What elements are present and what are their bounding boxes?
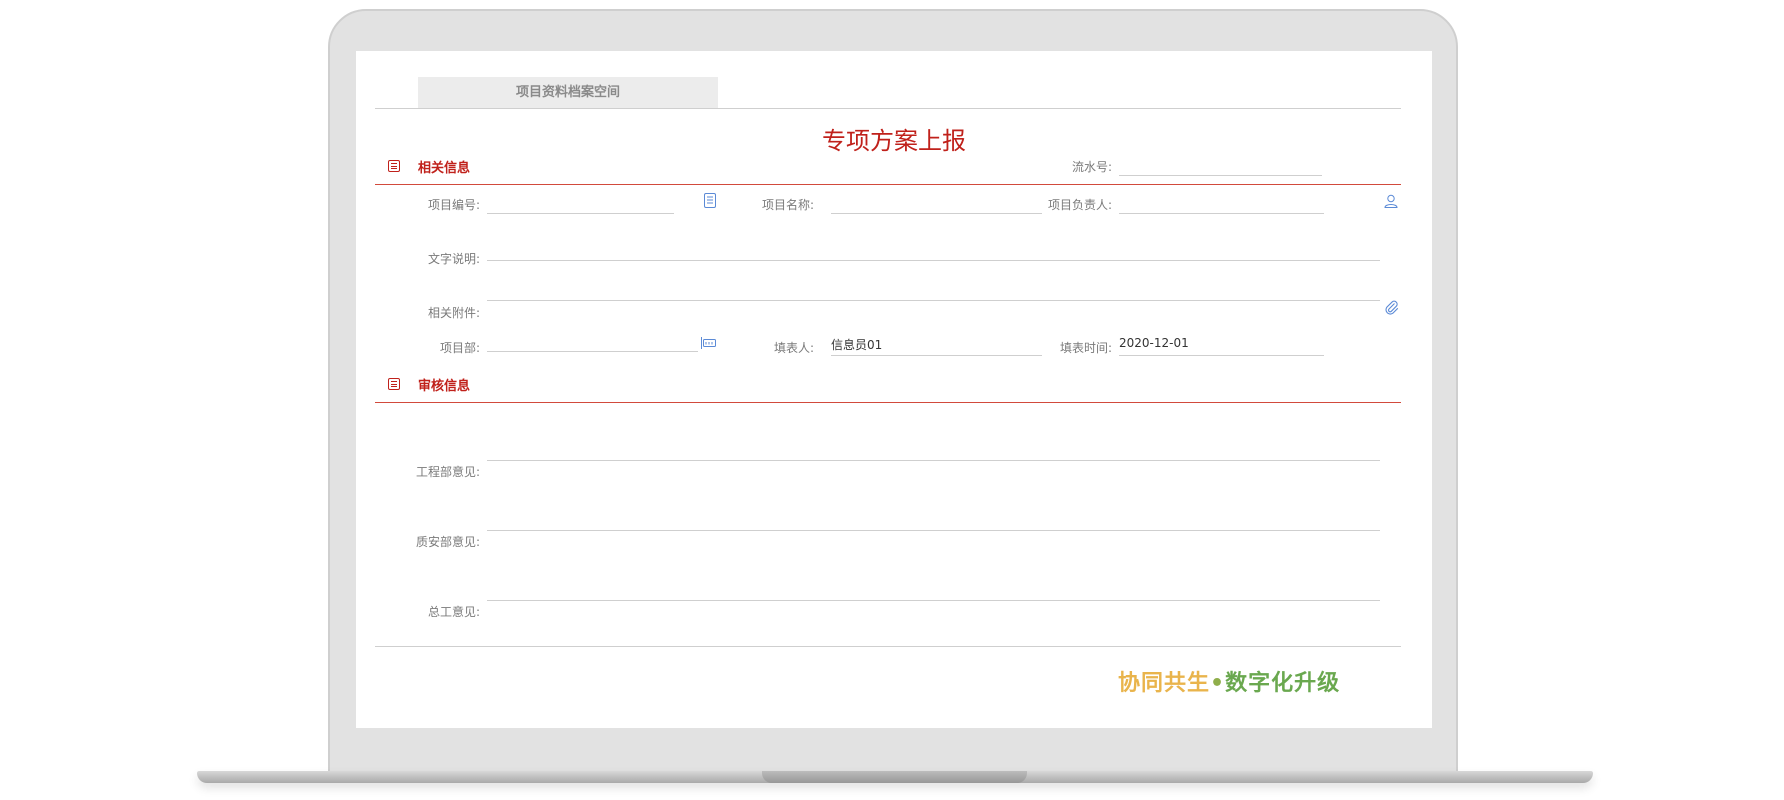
tab-bar: 项目资料档案空间 (375, 77, 1401, 109)
filler-value: 信息员01 (831, 338, 883, 352)
paperclip-icon[interactable] (1385, 300, 1399, 319)
laptop-notch (762, 771, 1027, 783)
qs-opinion-label: 质安部意见: (415, 535, 480, 549)
project-manager-label: 项目负责人: (1047, 198, 1112, 212)
list-icon (388, 160, 400, 172)
screen: 项目资料档案空间 专项方案上报 相关信息 流水号: 项目编号: 项目名称: 项目… (356, 51, 1432, 728)
eng-opinion-label: 工程部意见: (415, 465, 480, 479)
fill-date-value: 2020-12-01 (1119, 336, 1189, 350)
description-label: 文字说明: (427, 252, 480, 266)
project-name-label: 项目名称: (761, 198, 814, 212)
description-field[interactable] (487, 225, 1380, 261)
project-manager-field[interactable] (1119, 192, 1324, 214)
chief-opinion-field[interactable] (487, 557, 1380, 601)
slogan: 协同共生•数字化升级 (1118, 665, 1340, 697)
attachment-field[interactable] (487, 279, 1380, 301)
project-code-field[interactable] (487, 192, 674, 214)
slogan-part2: 数字化升级 (1225, 671, 1341, 696)
section-title-review: 审核信息 (418, 379, 471, 394)
project-code-label: 项目编号: (427, 198, 480, 212)
project-dept-field[interactable] (487, 330, 698, 352)
qs-opinion-field[interactable] (487, 487, 1380, 531)
attachment-label: 相关附件: (427, 306, 480, 320)
fill-date-field[interactable]: 2020-12-01 (1119, 334, 1324, 356)
laptop-mockup: 项目资料档案空间 专项方案上报 相关信息 流水号: 项目编号: 项目名称: 项目… (0, 0, 1784, 800)
fill-date-label: 填表时间: (1059, 341, 1112, 355)
serial-no-label: 流水号: (1071, 160, 1112, 174)
tab-project-archive[interactable]: 项目资料档案空间 (418, 77, 718, 108)
serial-no-field[interactable] (1119, 154, 1322, 176)
footer-divider (375, 646, 1401, 647)
section-title-related: 相关信息 (418, 161, 471, 176)
chief-opinion-label: 总工意见: (427, 605, 480, 619)
section-header-review: 审核信息 (375, 368, 1401, 403)
project-dept-label: 项目部: (439, 341, 480, 355)
slogan-dot: • (1210, 671, 1226, 696)
slogan-part1: 协同共生 (1118, 671, 1211, 696)
list-icon (388, 378, 400, 390)
eng-opinion-field[interactable] (487, 417, 1380, 461)
filler-label: 填表人: (773, 341, 814, 355)
user-icon[interactable] (1384, 194, 1398, 212)
